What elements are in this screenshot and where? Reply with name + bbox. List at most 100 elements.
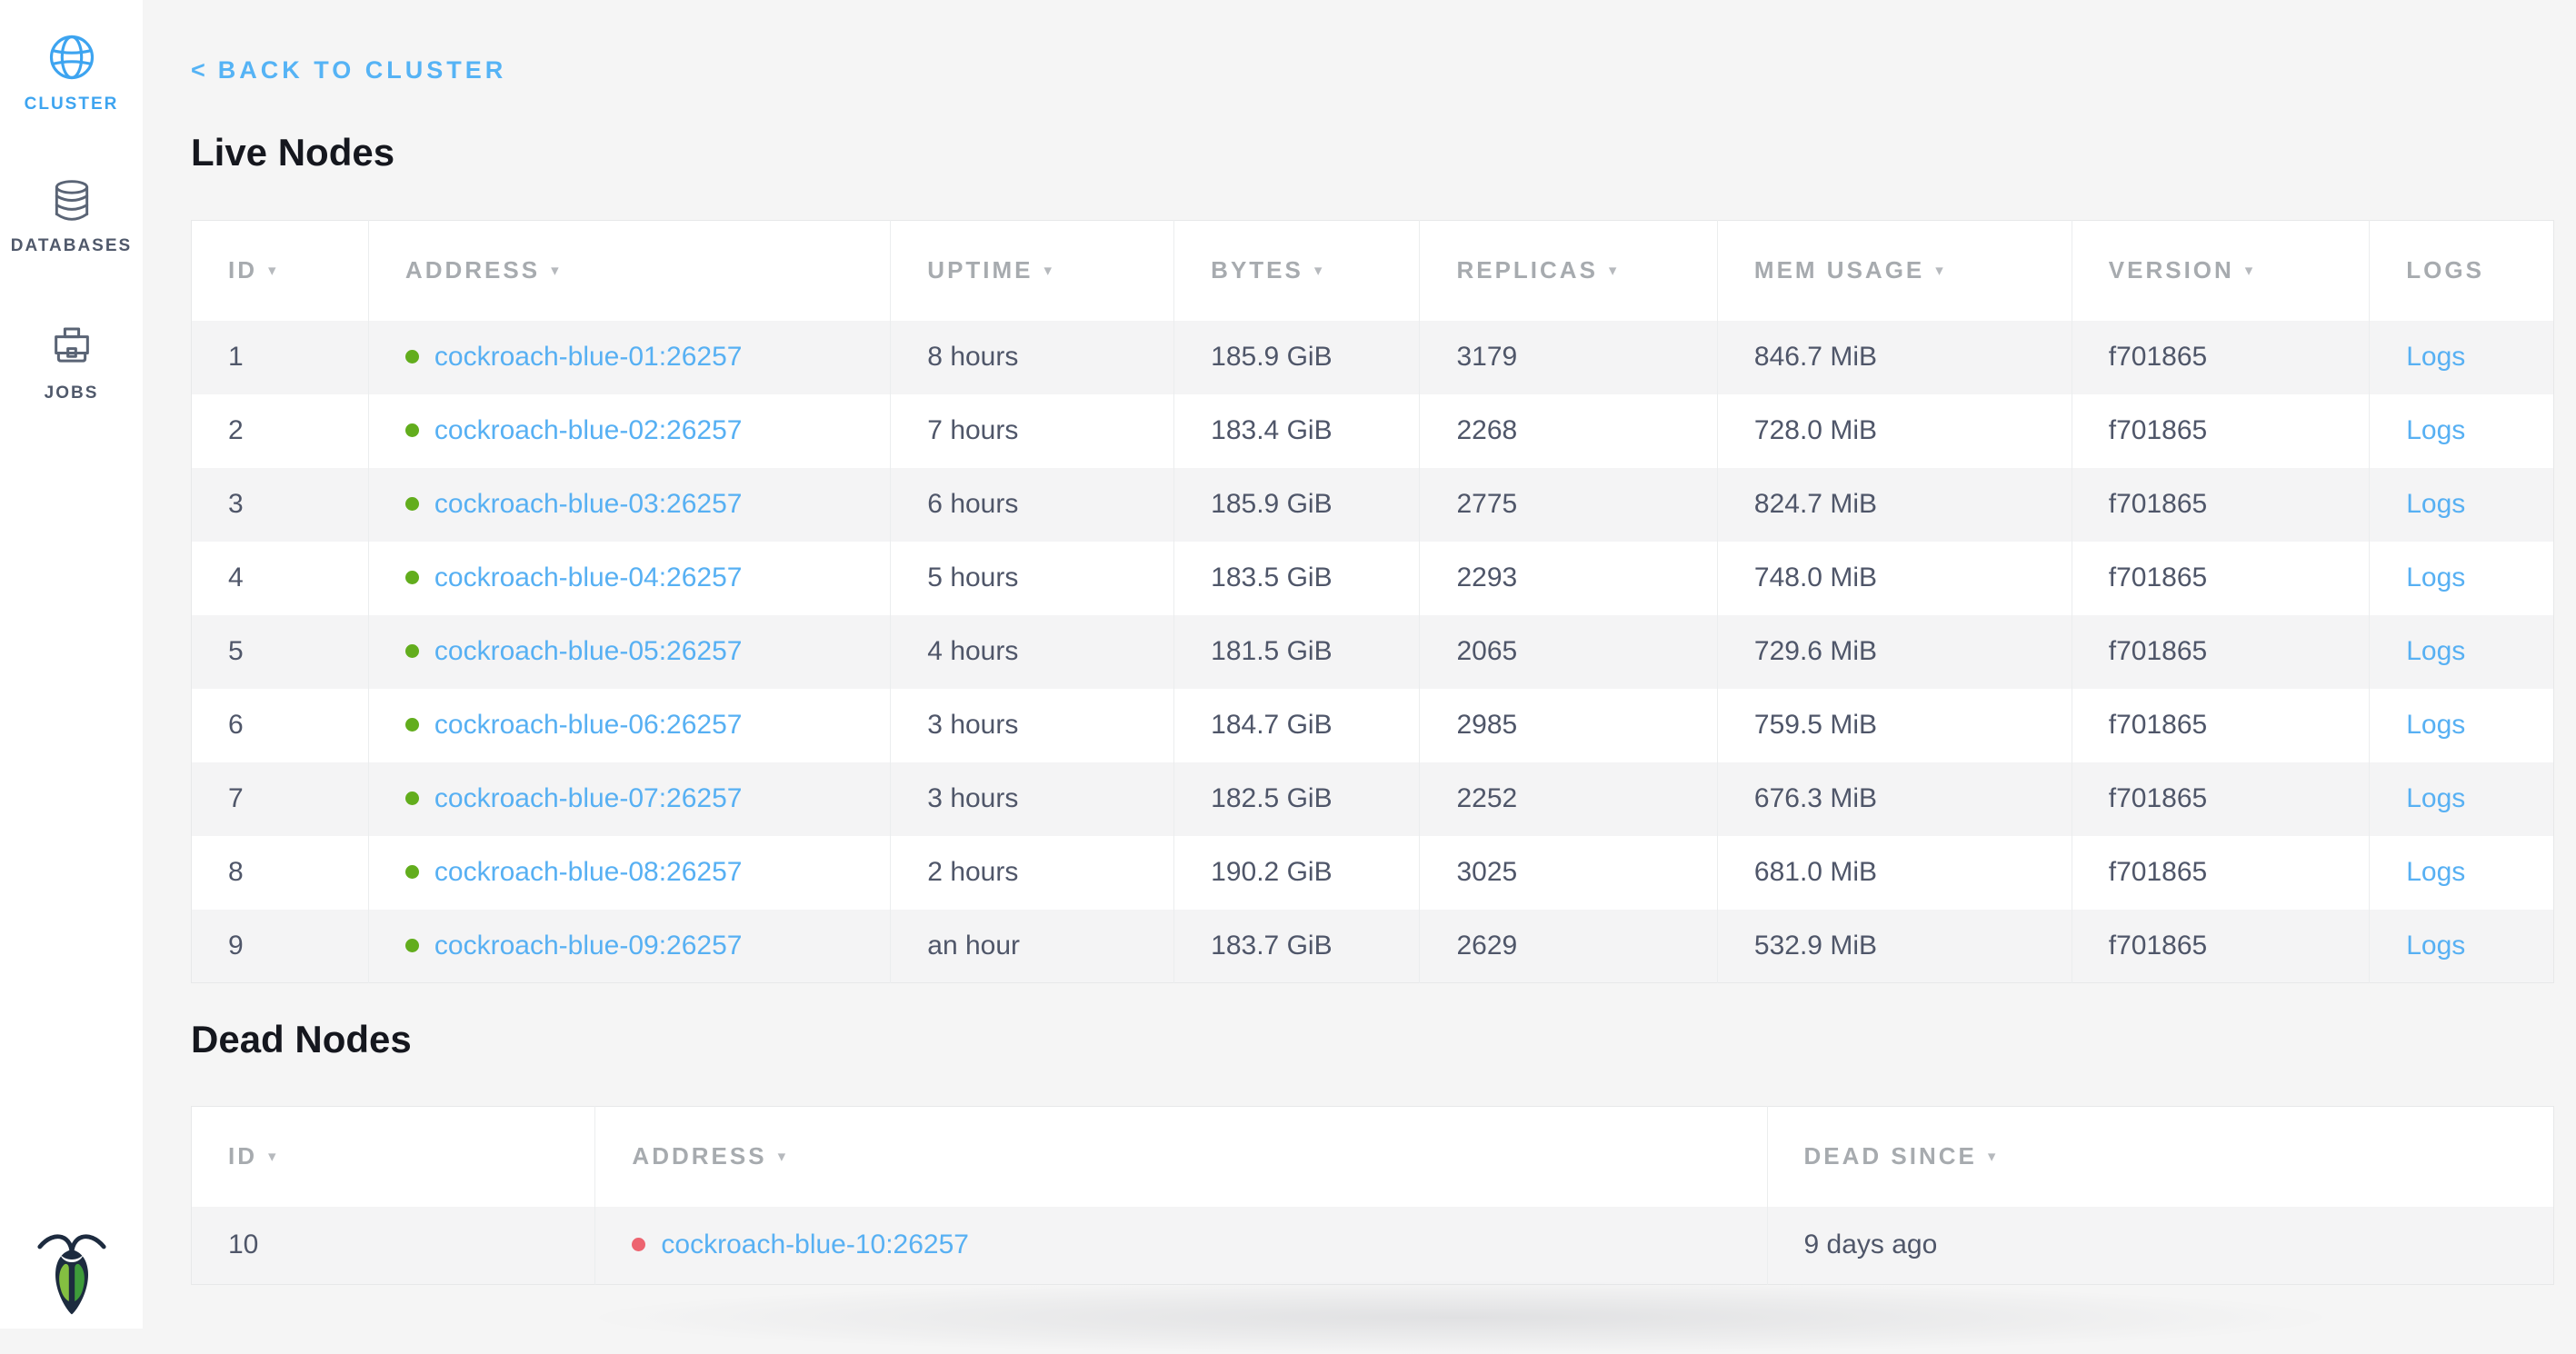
column-header-version[interactable]: VERSION▾ [2072,221,2369,321]
logs-link[interactable]: Logs [2406,783,2465,813]
back-chevron-icon: < [191,56,205,84]
database-icon [0,178,143,224]
table-row: 9 cockroach-blue-09:26257 an hour 183.7 … [192,910,2554,983]
node-address-cell: cockroach-blue-07:26257 [368,762,890,836]
node-address-link[interactable]: cockroach-blue-01:26257 [434,342,743,372]
version-cell: f701865 [2072,321,2369,394]
logs-cell: Logs [2370,468,2554,542]
main-content: <BACK TO CLUSTER Live Nodes ID▾ ADDRESS▾… [143,0,2576,1329]
replicas-cell: 2985 [1420,689,1717,762]
sort-arrow-icon: ▾ [2245,262,2256,280]
dead-since-cell: 9 days ago [1767,1207,2553,1285]
column-header-replicas[interactable]: REPLICAS▾ [1420,221,1717,321]
node-address-cell: cockroach-blue-02:26257 [368,394,890,468]
node-address-link[interactable]: cockroach-blue-03:26257 [434,489,743,519]
node-address-link[interactable]: cockroach-blue-02:26257 [434,415,743,445]
replicas-cell: 3025 [1420,836,1717,910]
dead-table-header-row: ID▾ ADDRESS▾ DEAD SINCE▾ [192,1107,2554,1207]
logs-link[interactable]: Logs [2406,857,2465,887]
sidebar-item-cluster[interactable]: CLUSTER [0,33,143,114]
uptime-cell: an hour [891,910,1174,983]
logs-link[interactable]: Logs [2406,636,2465,666]
node-id-cell: 7 [192,762,369,836]
mem-usage-cell: 824.7 MiB [1717,468,2072,542]
table-row: 1 cockroach-blue-01:26257 8 hours 185.9 … [192,321,2554,394]
bytes-cell: 184.7 GiB [1174,689,1420,762]
column-header-address[interactable]: ADDRESS▾ [368,221,890,321]
version-cell: f701865 [2072,836,2369,910]
node-address-cell: cockroach-blue-05:26257 [368,615,890,689]
sort-arrow-icon: ▾ [778,1148,789,1166]
version-cell: f701865 [2072,394,2369,468]
sort-arrow-icon: ▾ [268,1148,279,1166]
sidebar-item-jobs[interactable]: JOBS [0,324,143,403]
bytes-cell: 185.9 GiB [1174,321,1420,394]
node-address-link[interactable]: cockroach-blue-08:26257 [434,857,743,887]
table-row: 7 cockroach-blue-07:26257 3 hours 182.5 … [192,762,2554,836]
mem-usage-cell: 676.3 MiB [1717,762,2072,836]
column-header-dead-since[interactable]: DEAD SINCE▾ [1767,1107,2553,1207]
mem-usage-cell: 729.6 MiB [1717,615,2072,689]
node-address-link[interactable]: cockroach-blue-06:26257 [434,710,743,740]
sidebar: CLUSTER DATABASES JOBS [0,0,143,1329]
uptime-cell: 5 hours [891,542,1174,615]
node-id-cell: 3 [192,468,369,542]
column-header-bytes[interactable]: BYTES▾ [1174,221,1420,321]
replicas-cell: 2065 [1420,615,1717,689]
bytes-cell: 183.4 GiB [1174,394,1420,468]
live-status-dot [405,644,419,658]
table-row: 8 cockroach-blue-08:26257 2 hours 190.2 … [192,836,2554,910]
mem-usage-cell: 759.5 MiB [1717,689,2072,762]
uptime-cell: 7 hours [891,394,1174,468]
uptime-cell: 3 hours [891,762,1174,836]
version-cell: f701865 [2072,689,2369,762]
bytes-cell: 190.2 GiB [1174,836,1420,910]
mem-usage-cell: 846.7 MiB [1717,321,2072,394]
logs-link[interactable]: Logs [2406,563,2465,592]
node-address-cell: cockroach-blue-10:26257 [595,1207,1767,1285]
live-nodes-table: ID▾ ADDRESS▾ UPTIME▾ BYTES▾ REPLICAS▾ ME… [191,220,2554,983]
below-fold-shadow [597,1281,2324,1354]
column-header-id[interactable]: ID▾ [192,1107,595,1207]
bytes-cell: 183.5 GiB [1174,542,1420,615]
node-address-link[interactable]: cockroach-blue-05:26257 [434,636,743,666]
logs-link[interactable]: Logs [2406,342,2465,372]
node-id-cell: 10 [192,1207,595,1285]
sidebar-item-databases[interactable]: DATABASES [0,178,143,256]
briefcase-icon [0,324,143,371]
sort-arrow-icon: ▾ [1044,262,1055,280]
replicas-cell: 2268 [1420,394,1717,468]
table-row: 2 cockroach-blue-02:26257 7 hours 183.4 … [192,394,2554,468]
sidebar-item-label: CLUSTER [0,95,143,114]
logs-link[interactable]: Logs [2406,931,2465,961]
node-id-cell: 8 [192,836,369,910]
table-row: 5 cockroach-blue-05:26257 4 hours 181.5 … [192,615,2554,689]
logs-cell: Logs [2370,321,2554,394]
node-address-cell: cockroach-blue-04:26257 [368,542,890,615]
column-header-uptime[interactable]: UPTIME▾ [891,221,1174,321]
uptime-cell: 2 hours [891,836,1174,910]
sidebar-item-label: DATABASES [0,236,143,256]
node-address-link[interactable]: cockroach-blue-09:26257 [434,931,743,961]
node-address-link[interactable]: cockroach-blue-04:26257 [434,563,743,592]
logs-cell: Logs [2370,394,2554,468]
column-header-mem-usage[interactable]: MEM USAGE▾ [1717,221,2072,321]
node-id-cell: 5 [192,615,369,689]
node-address-link[interactable]: cockroach-blue-07:26257 [434,783,743,813]
replicas-cell: 2293 [1420,542,1717,615]
table-row: 3 cockroach-blue-03:26257 6 hours 185.9 … [192,468,2554,542]
logs-link[interactable]: Logs [2406,489,2465,519]
logs-link[interactable]: Logs [2406,415,2465,445]
bytes-cell: 181.5 GiB [1174,615,1420,689]
live-status-dot [405,791,419,805]
live-status-dot [405,865,419,879]
node-address-link[interactable]: cockroach-blue-10:26257 [661,1230,969,1259]
replicas-cell: 2775 [1420,468,1717,542]
column-header-address[interactable]: ADDRESS▾ [595,1107,1767,1207]
mem-usage-cell: 728.0 MiB [1717,394,2072,468]
column-header-id[interactable]: ID▾ [192,221,369,321]
node-id-cell: 2 [192,394,369,468]
logs-link[interactable]: Logs [2406,710,2465,740]
sort-arrow-icon: ▾ [1609,262,1620,280]
back-to-cluster-link[interactable]: <BACK TO CLUSTER [191,56,506,85]
